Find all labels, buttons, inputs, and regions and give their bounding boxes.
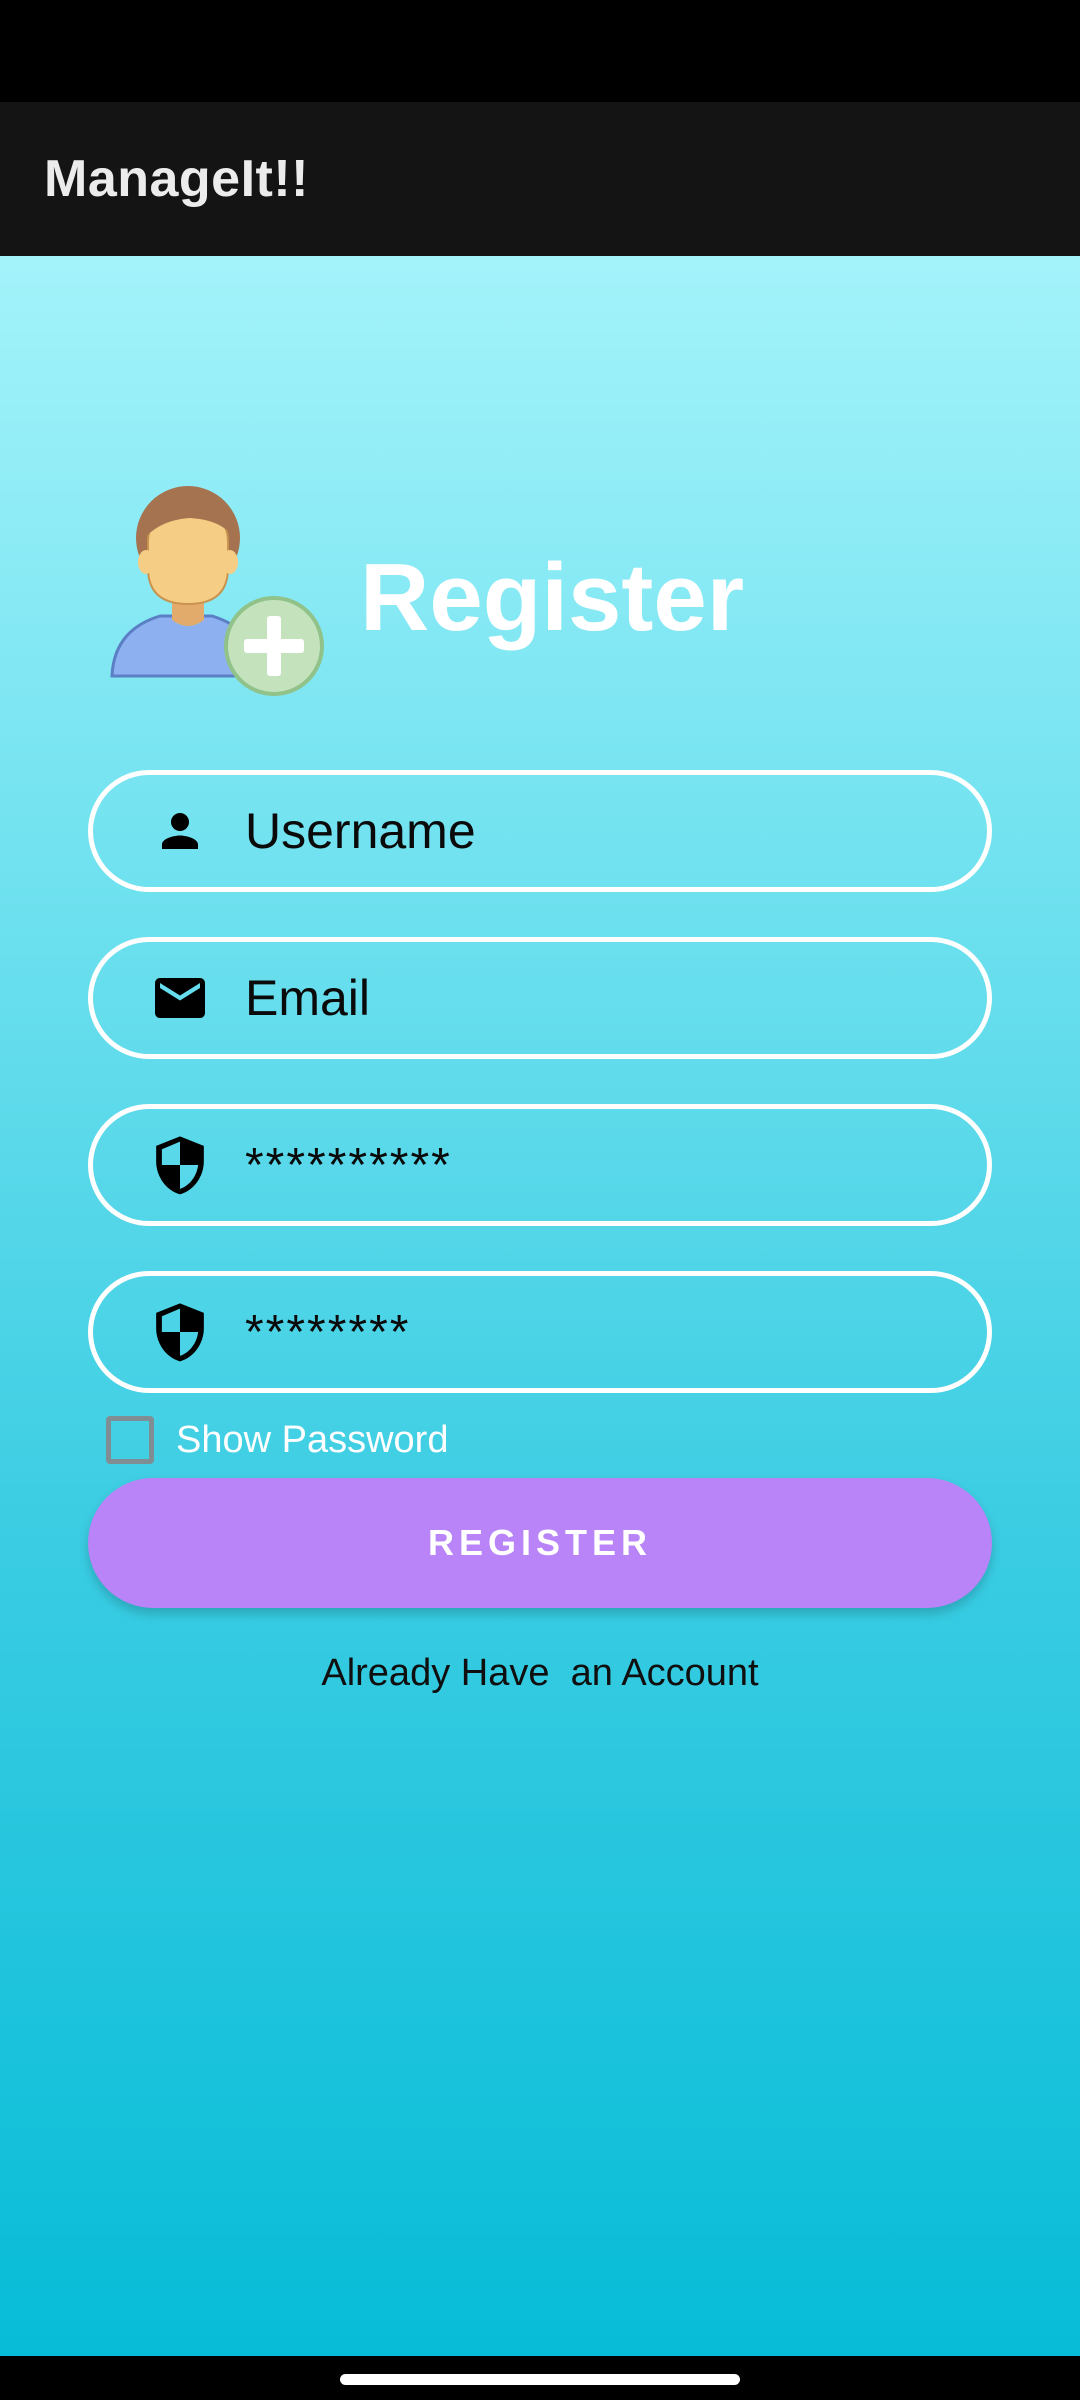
email-input[interactable]: Email bbox=[245, 969, 370, 1027]
username-field[interactable]: Username bbox=[88, 770, 992, 892]
confirm-password-field[interactable]: ******** bbox=[88, 1271, 992, 1393]
shield-icon bbox=[149, 1301, 211, 1363]
page-title: Register bbox=[360, 544, 745, 651]
app-title: ManageIt!! bbox=[44, 150, 309, 208]
shield-icon bbox=[149, 1134, 211, 1196]
mail-icon bbox=[149, 967, 211, 1029]
add-user-icon bbox=[110, 486, 324, 696]
home-indicator[interactable] bbox=[340, 2374, 740, 2385]
register-header: Register bbox=[108, 480, 748, 704]
show-password-label[interactable]: Show Password bbox=[176, 1419, 448, 1462]
show-password-checkbox[interactable] bbox=[106, 1416, 154, 1464]
already-have-account-link[interactable]: Already Have an Account bbox=[0, 1652, 1080, 1695]
register-button[interactable]: REGISTER bbox=[88, 1478, 992, 1608]
show-password-row[interactable]: Show Password bbox=[106, 1410, 448, 1470]
email-field[interactable]: Email bbox=[88, 937, 992, 1059]
username-input[interactable]: Username bbox=[245, 802, 476, 860]
password-field[interactable]: ********** bbox=[88, 1104, 992, 1226]
status-bar bbox=[0, 0, 1080, 102]
app-bar: ManageIt!! bbox=[0, 102, 1080, 256]
confirm-password-input[interactable]: ******** bbox=[245, 1305, 410, 1360]
register-button-label: REGISTER bbox=[427, 1522, 653, 1563]
register-screen: Register Username Email ********** *****… bbox=[0, 256, 1080, 2356]
password-input[interactable]: ********** bbox=[245, 1138, 452, 1193]
person-icon bbox=[149, 800, 211, 862]
